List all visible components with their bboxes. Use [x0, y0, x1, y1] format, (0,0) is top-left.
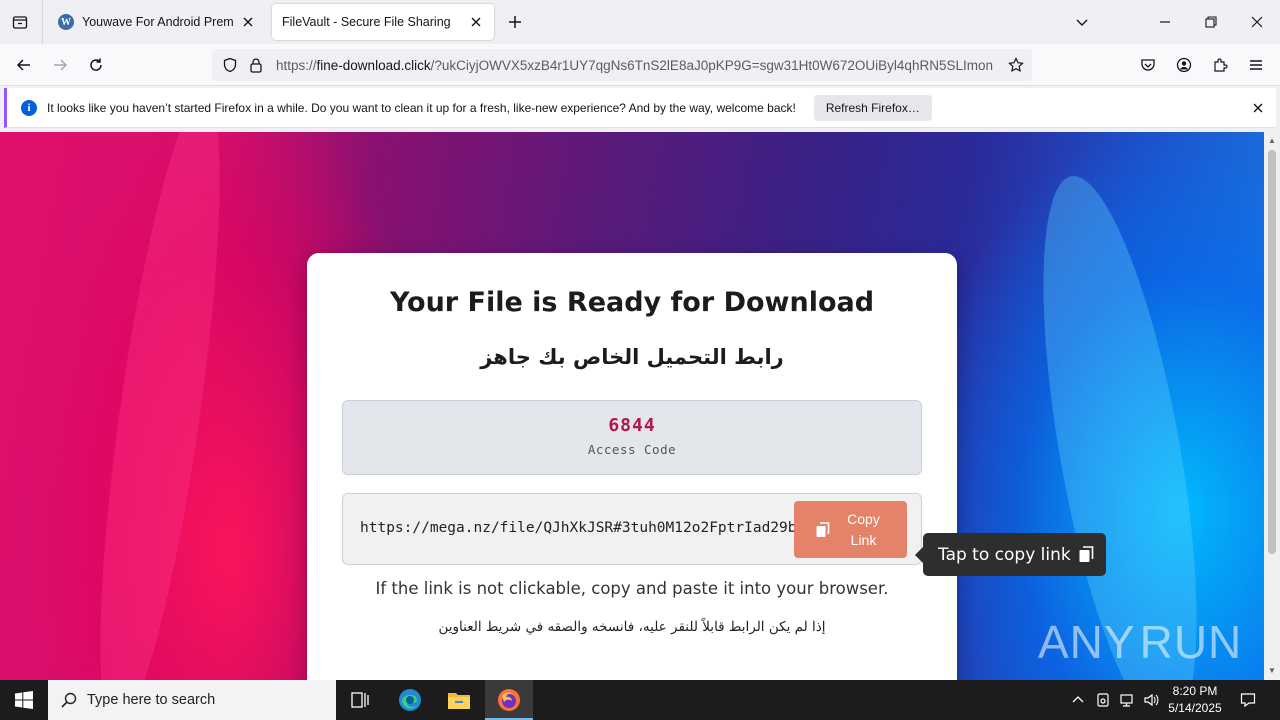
wordpress-icon: W [58, 14, 74, 30]
refresh-firefox-notification: i It looks like you haven’t started Fire… [4, 88, 1276, 128]
link-hint: If the link is not clickable, copy and p… [375, 579, 889, 598]
windows-start-icon[interactable] [0, 680, 48, 720]
search-placeholder: Type here to search [87, 692, 216, 708]
volume-icon[interactable] [1141, 690, 1161, 710]
page-title: Your File is Ready for Download [389, 287, 875, 318]
page-title-arabic: رابط التحميل الخاص بك جاهز [480, 345, 784, 369]
access-code-label: Access Code [587, 442, 677, 457]
link-hint-arabic: إذا لم يكن الرابط قابلاً للنقر عليه، فان… [438, 619, 826, 635]
search-icon [60, 691, 78, 709]
minimize-icon[interactable] [1151, 8, 1179, 36]
lock-icon[interactable] [246, 55, 266, 75]
download-link-box: https://mega.nz/file/QJhXkJSR#3tuh0M12o2… [342, 493, 922, 565]
tab-separator [42, 0, 43, 44]
edge-icon[interactable] [386, 680, 434, 720]
scroll-up-arrow-icon[interactable]: ▲ [1267, 136, 1277, 146]
bookmark-star-icon[interactable] [1006, 55, 1026, 75]
device-icon[interactable] [1093, 690, 1113, 710]
address-bar[interactable]: https://fine-download.click/?ukCiyjOWVX5… [212, 49, 1032, 81]
tab-title: Youwave For Android Premium [82, 15, 234, 29]
tooltip-text: Tap to copy link [938, 544, 1071, 565]
anyrun-watermark: ANY RUN [1038, 610, 1241, 674]
extensions-puzzle-icon[interactable] [1206, 51, 1234, 79]
access-code-box: 6844 Access Code [342, 400, 922, 475]
account-icon[interactable] [1170, 51, 1198, 79]
close-window-icon[interactable] [1243, 8, 1271, 36]
tab-overflow-chevron-icon[interactable] [1068, 8, 1096, 36]
close-tab-icon[interactable] [240, 14, 256, 30]
network-icon[interactable] [1117, 690, 1137, 710]
background-streak [1012, 165, 1228, 680]
new-tab-plus-icon[interactable] [503, 10, 527, 34]
navigation-toolbar: https://fine-download.click/?ukCiyjOWVX5… [0, 44, 1280, 86]
notification-message: It looks like you haven’t started Firefo… [47, 100, 796, 115]
restore-icon[interactable] [1197, 8, 1225, 36]
page-viewport: Your File is Ready for Download رابط الت… [0, 132, 1264, 680]
tab-youwave[interactable]: W Youwave For Android Premium [48, 4, 266, 40]
taskbar-clock[interactable]: 8:20 PM 5/14/2025 [1160, 683, 1230, 717]
file-explorer-icon[interactable] [435, 680, 483, 720]
task-view-icon[interactable] [336, 680, 384, 720]
download-link[interactable]: https://mega.nz/file/QJhXkJSR#3tuh0M12o2… [360, 520, 796, 536]
copy-tooltip: Tap to copy link [915, 533, 1106, 576]
refresh-firefox-button[interactable]: Refresh Firefox… [813, 94, 932, 121]
copy-link-button[interactable]: Copy Link [794, 501, 907, 558]
download-card: Your File is Ready for Download رابط الت… [307, 253, 957, 680]
clock-date: 5/14/2025 [1168, 701, 1222, 715]
taskbar-search-box[interactable]: Type here to search [48, 680, 336, 720]
scroll-down-arrow-icon[interactable]: ▼ [1267, 666, 1277, 676]
windows-taskbar: Type here to search 8:20 PM 5/14/2025 [0, 680, 1280, 720]
tab-filevault[interactable]: FileVault - Secure File Sharing [272, 4, 494, 40]
clock-time: 8:20 PM [1172, 684, 1218, 698]
forward-arrow-icon[interactable] [46, 51, 74, 79]
tab-title: FileVault - Secure File Sharing [282, 15, 451, 29]
copy-icon [815, 521, 831, 538]
url-prefix: https:// [276, 57, 317, 73]
firefox-icon[interactable] [485, 680, 533, 720]
notifications-icon[interactable] [1238, 690, 1258, 710]
background-streak [75, 132, 245, 680]
reload-icon[interactable] [82, 51, 110, 79]
watermark-text-right: RUN [1139, 616, 1243, 668]
access-code: 6844 [608, 415, 656, 436]
copy-icon [1079, 546, 1095, 564]
close-notification-icon[interactable] [1250, 100, 1266, 116]
back-arrow-icon[interactable] [10, 51, 38, 79]
tab-strip: W Youwave For Android Premium FileVault … [0, 0, 1280, 44]
close-tab-icon[interactable] [468, 14, 484, 30]
watermark-text-left: ANY [1038, 616, 1136, 668]
show-hidden-icons-chevron-icon[interactable] [1068, 690, 1088, 710]
url-path: /?ukCiyjOWVX5xzB4r1UY7qgNs6TnS2lE8aJ0pKP… [430, 57, 993, 73]
url-text[interactable]: https://fine-download.click/?ukCiyjOWVX5… [276, 58, 1001, 73]
copy-link-label: Copy Link [847, 510, 880, 548]
app-menu-hamburger-icon[interactable] [1242, 51, 1270, 79]
pocket-icon[interactable] [1134, 51, 1162, 79]
page-scrollbar[interactable]: ▲ ▼ [1264, 132, 1280, 680]
info-icon: i [21, 99, 37, 116]
tracking-shield-icon[interactable] [220, 55, 240, 75]
list-all-tabs-icon[interactable] [8, 10, 32, 34]
url-host: fine-download.click [316, 57, 431, 73]
scrollbar-thumb[interactable] [1268, 150, 1276, 554]
